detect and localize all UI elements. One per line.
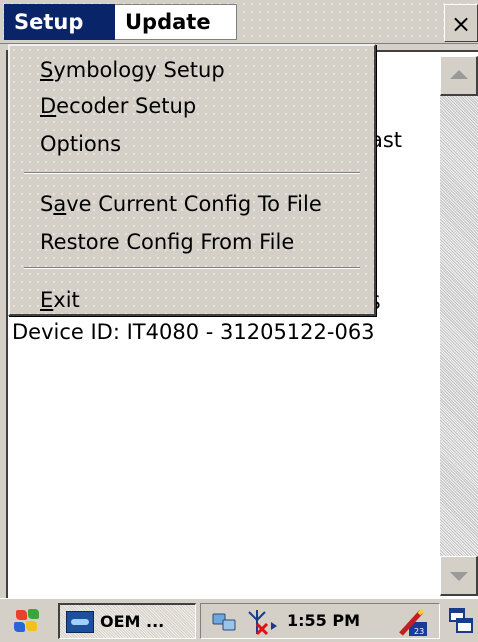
menu-item-save-config[interactable]: Save Current Config To File (40, 192, 322, 216)
input-panel-badge: 23 (414, 627, 424, 636)
clock[interactable]: 1:55 PM (287, 608, 360, 634)
signal-no-connection-icon[interactable] (245, 608, 279, 636)
start-flag-icon[interactable] (12, 607, 46, 637)
menu-item-restore-config[interactable]: Restore Config From File (40, 230, 294, 254)
network-connection-icon[interactable] (211, 612, 239, 632)
menu-item-options[interactable]: Options (40, 132, 121, 156)
flag-yellow-quadrant (26, 621, 37, 631)
arrow-down-icon (450, 572, 468, 581)
menu-bar: Setup Update × (0, 0, 478, 44)
show-desktop-icon[interactable] (448, 607, 474, 635)
menu-separator (24, 172, 360, 174)
taskbar: OEM ... 1:55 PM 23 (0, 598, 478, 642)
input-panel-icon[interactable]: 23 (397, 608, 429, 638)
close-button[interactable]: × (444, 4, 478, 42)
flag-red-quadrant (16, 610, 27, 620)
menu-item-symbology-setup[interactable]: Symbology Setup (40, 58, 225, 82)
arrow-up-icon (450, 70, 468, 79)
menu-setup[interactable]: Setup (4, 4, 115, 40)
scroll-down-button[interactable] (440, 556, 478, 596)
device-id-text: Device ID: IT4080 - 31205122-063 (12, 320, 375, 344)
oem-app-icon (66, 611, 94, 633)
menu-item-exit[interactable]: Exit (40, 288, 80, 312)
scroll-up-button[interactable] (440, 56, 478, 96)
taskbar-app-label: OEM ... (100, 612, 165, 631)
taskbar-app-button[interactable]: OEM ... (58, 603, 196, 639)
flag-blue-quadrant (14, 622, 25, 632)
menu-separator (24, 267, 360, 269)
setup-dropdown-menu: Symbology Setup Decoder Setup Options Sa… (8, 44, 376, 316)
menu-item-decoder-setup[interactable]: Decoder Setup (40, 94, 196, 118)
flag-green-quadrant (28, 609, 39, 619)
vertical-scrollbar[interactable] (440, 56, 478, 596)
system-tray: 1:55 PM 23 (200, 603, 440, 639)
menu-update[interactable]: Update (115, 4, 237, 40)
